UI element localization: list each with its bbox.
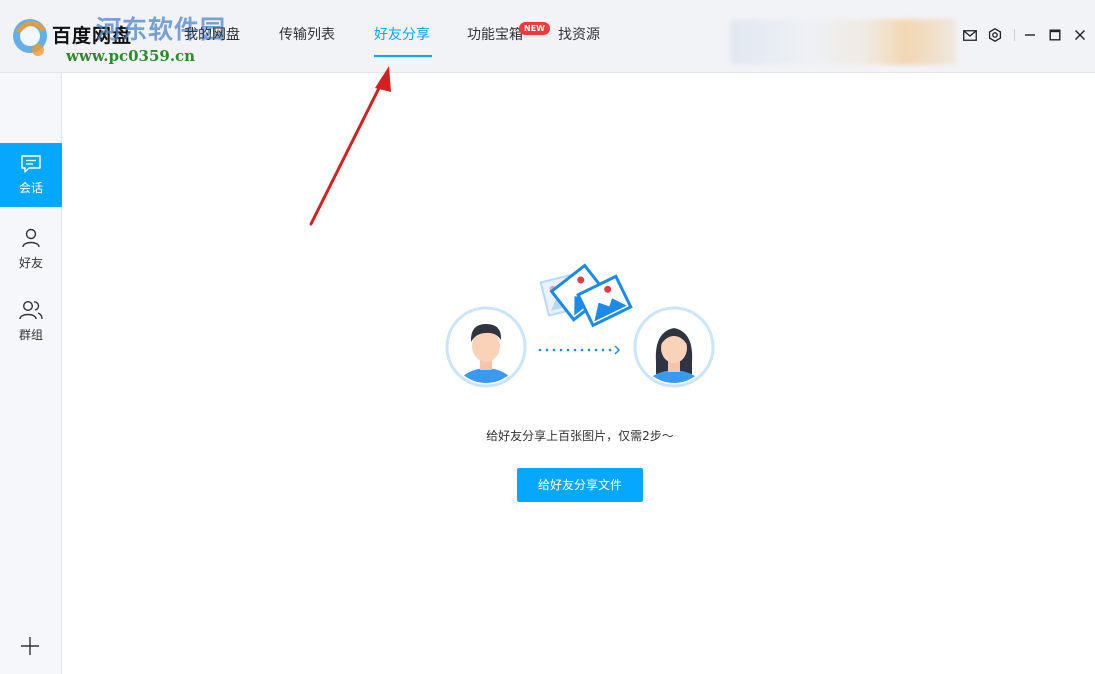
male-avatar-icon <box>445 306 527 388</box>
chat-icon <box>21 155 41 173</box>
settings-icon[interactable] <box>985 24 1005 46</box>
toolbar-divider <box>1014 29 1015 41</box>
female-avatar-icon <box>633 306 715 388</box>
tab-find-resources[interactable]: 找资源 <box>558 0 600 72</box>
watermark-url: www.pc0359.cn <box>66 47 196 65</box>
close-icon[interactable] <box>1070 24 1090 46</box>
sidebar-item-label: 好友 <box>18 256 43 270</box>
group-icon <box>19 300 43 320</box>
share-file-button[interactable]: 给好友分享文件 <box>517 468 643 502</box>
sidebar-item-label: 会话 <box>18 181 43 195</box>
sidebar-item-groups[interactable]: 群组 <box>0 289 62 353</box>
tab-friend-share[interactable]: 好友分享 <box>374 0 430 72</box>
sidebar: 会话 好友 群组 <box>0 73 62 674</box>
sidebar-item-label: 群组 <box>18 328 43 342</box>
share-illustration <box>445 263 715 388</box>
maximize-icon[interactable] <box>1045 24 1065 46</box>
blurred-user-info[interactable] <box>730 19 956 65</box>
share-hint-text: 给好友分享上百张图片，仅需2步～ <box>486 429 674 443</box>
title-bar: 百度网盘 河东软件园 www.pc0359.cn 我的网盘 传输列表 好友分享 … <box>0 0 1095 73</box>
dotted-arrow-icon <box>538 345 621 355</box>
plus-icon[interactable] <box>19 635 41 657</box>
tab-my-disk[interactable]: 我的网盘 <box>184 0 240 72</box>
sidebar-item-friends[interactable]: 好友 <box>0 217 62 281</box>
active-tab-indicator <box>374 55 432 57</box>
sidebar-item-chat[interactable]: 会话 <box>0 143 62 207</box>
tab-toolbox[interactable]: 功能宝箱 <box>467 0 523 72</box>
minimize-icon[interactable] <box>1020 24 1040 46</box>
tab-transfer-list[interactable]: 传输列表 <box>279 0 335 72</box>
photos-icon <box>539 263 633 328</box>
user-icon <box>22 228 40 248</box>
app-logo-icon <box>13 19 47 56</box>
mail-icon[interactable] <box>960 24 980 46</box>
new-badge: NEW <box>519 22 550 35</box>
